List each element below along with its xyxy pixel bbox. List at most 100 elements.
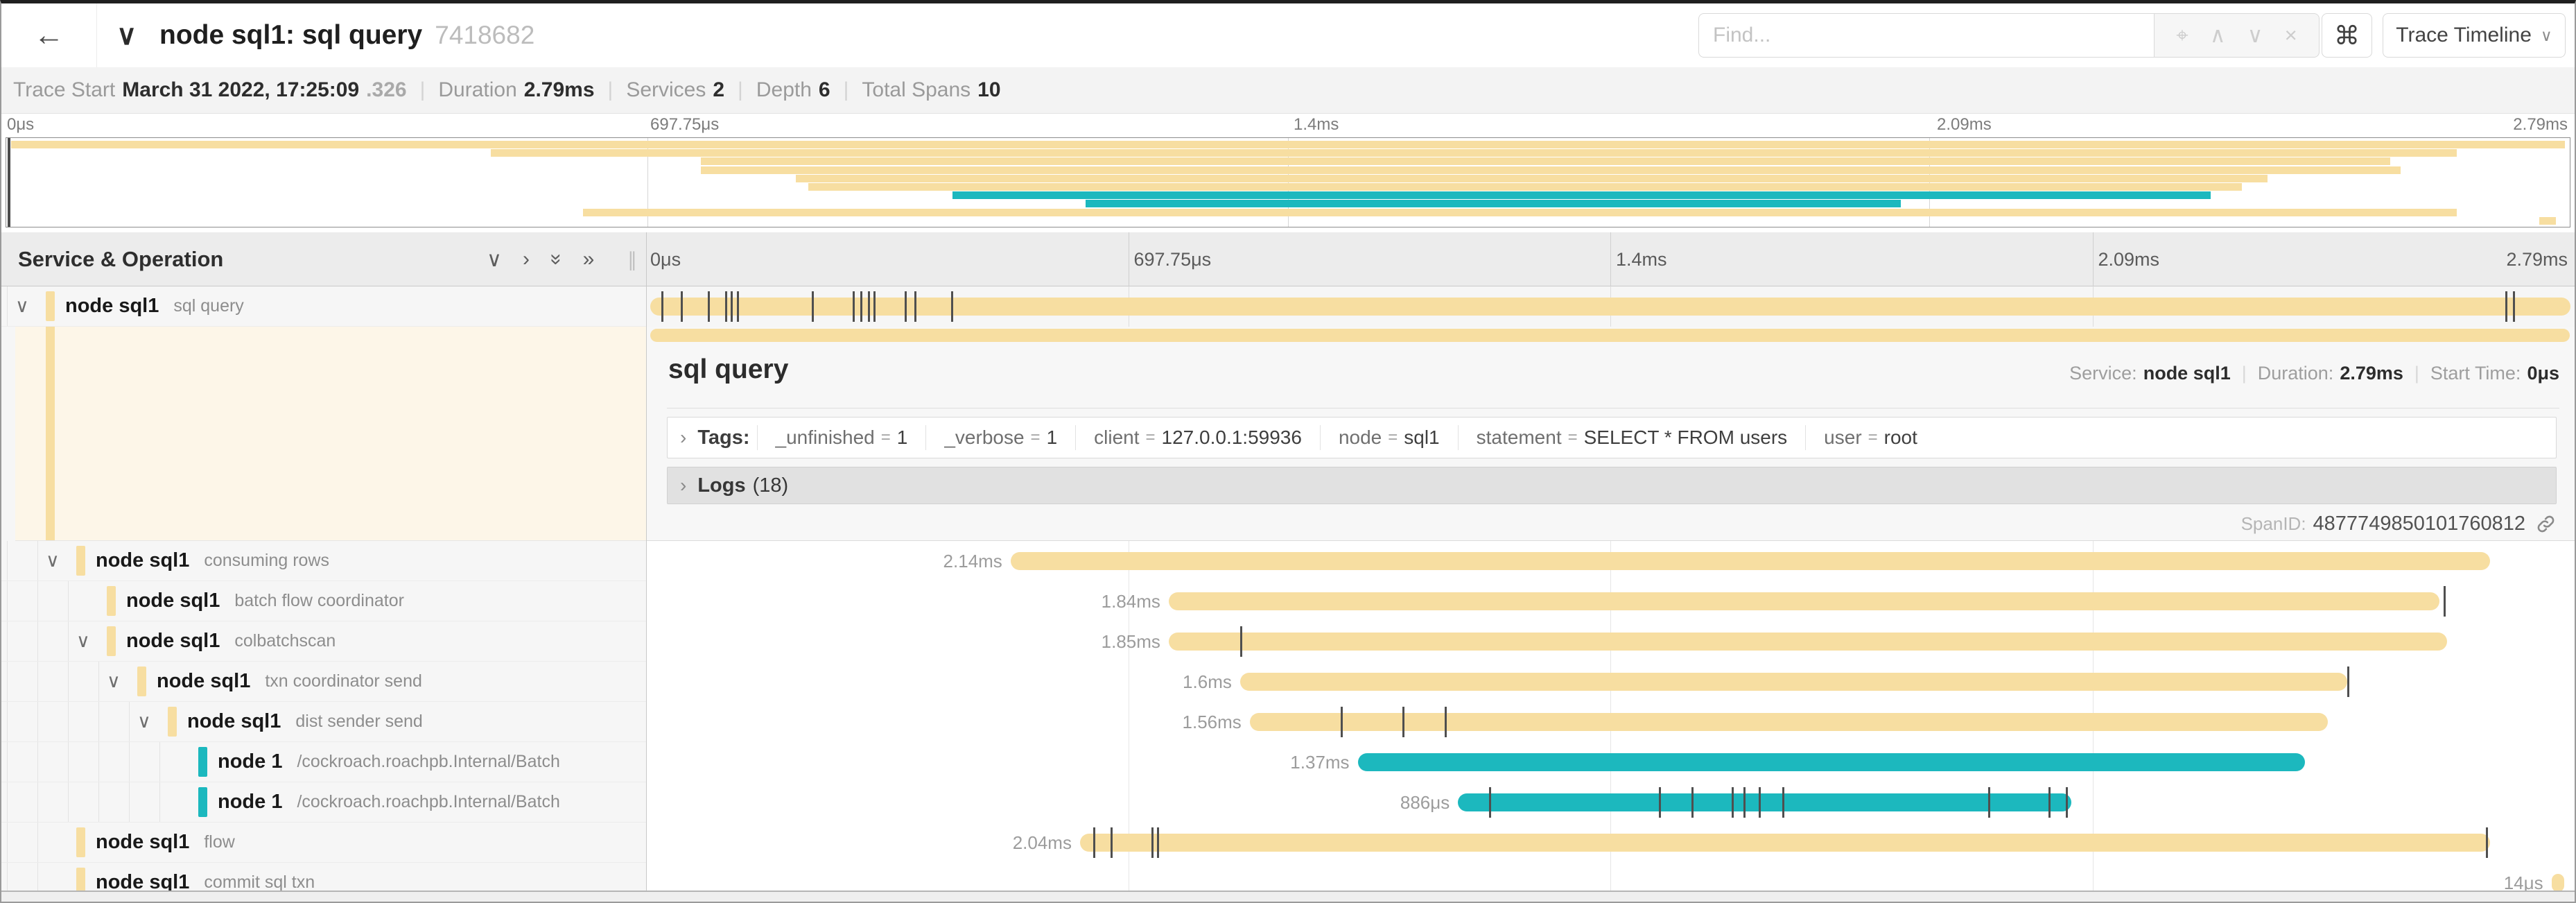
find-input[interactable] bbox=[1698, 13, 2155, 58]
span-bar[interactable] bbox=[1169, 592, 2439, 610]
log-marker-tick[interactable] bbox=[2347, 666, 2349, 697]
log-marker-tick[interactable] bbox=[868, 291, 870, 322]
log-marker-tick[interactable] bbox=[1782, 787, 1784, 818]
span-bar[interactable] bbox=[650, 298, 2571, 316]
log-marker-tick[interactable] bbox=[2444, 586, 2446, 617]
indent-guide bbox=[7, 541, 8, 580]
span-timeline-row[interactable]: 1.85ms bbox=[646, 621, 2575, 662]
expand-one-icon[interactable]: › bbox=[523, 248, 530, 271]
log-marker-tick[interactable] bbox=[1151, 827, 1154, 858]
log-marker-tick[interactable] bbox=[2486, 827, 2488, 858]
minimap-canvas[interactable] bbox=[6, 137, 2570, 227]
service-value: node sql1 bbox=[2143, 363, 2231, 384]
span-tree-row[interactable]: node 1/cockroach.roachpb.Internal/Batch bbox=[1, 782, 646, 823]
log-marker-tick[interactable] bbox=[708, 291, 710, 322]
log-marker-tick[interactable] bbox=[1402, 707, 1404, 737]
tag-equals: = bbox=[1146, 428, 1156, 447]
trace-title-collapse-toggle[interactable]: ∨ bbox=[116, 3, 137, 67]
back-button[interactable]: ← bbox=[1, 3, 97, 67]
log-marker-tick[interactable] bbox=[1732, 787, 1734, 818]
span-timeline-row[interactable]: 2.04ms bbox=[646, 823, 2575, 863]
log-marker-tick[interactable] bbox=[1988, 787, 1990, 818]
span-bar[interactable] bbox=[1011, 552, 2490, 570]
span-bar[interactable] bbox=[1458, 793, 2071, 811]
span-timeline-row[interactable]: 14μs bbox=[646, 863, 2575, 891]
span-bar[interactable] bbox=[2552, 874, 2564, 891]
span-timeline-row[interactable]: 1.56ms bbox=[646, 702, 2575, 742]
log-marker-tick[interactable] bbox=[737, 291, 739, 322]
span-bar[interactable] bbox=[1240, 673, 2347, 691]
log-marker-tick[interactable] bbox=[873, 291, 876, 322]
span-timeline-row[interactable]: 1.84ms bbox=[646, 581, 2575, 621]
span-timeline-row[interactable]: 886μs bbox=[646, 782, 2575, 823]
log-marker-tick[interactable] bbox=[2513, 291, 2515, 322]
log-marker-tick[interactable] bbox=[2048, 787, 2051, 818]
log-marker-tick[interactable] bbox=[905, 291, 907, 322]
log-marker-tick[interactable] bbox=[1445, 707, 1447, 737]
log-marker-tick[interactable] bbox=[853, 291, 855, 322]
span-collapse-chevron-icon[interactable]: ∨ bbox=[76, 621, 90, 661]
span-color-accent bbox=[107, 626, 116, 656]
span-tree-row[interactable]: ∨node sql1colbatchscan bbox=[1, 621, 646, 662]
prev-result-icon[interactable]: ∧ bbox=[2210, 23, 2226, 48]
log-marker-tick[interactable] bbox=[1759, 787, 1761, 818]
log-marker-tick[interactable] bbox=[1240, 626, 1242, 657]
span-tree-row[interactable]: ∨node sql1consuming rows bbox=[1, 541, 646, 581]
collapse-all-icon[interactable]: » bbox=[544, 254, 568, 266]
span-timeline-row[interactable]: 2.14ms bbox=[646, 541, 2575, 581]
log-marker-tick[interactable] bbox=[1691, 787, 1694, 818]
span-color-accent bbox=[137, 666, 146, 696]
log-marker-tick[interactable] bbox=[1111, 827, 1113, 858]
span-tree-row[interactable]: node 1/cockroach.roachpb.Internal/Batch bbox=[1, 742, 646, 782]
log-marker-tick[interactable] bbox=[1157, 827, 1159, 858]
span-tree-row[interactable]: node sql1flow bbox=[1, 823, 646, 863]
span-tree-row[interactable]: ∨node sql1sql query bbox=[1, 286, 646, 327]
span-collapse-chevron-icon[interactable]: ∨ bbox=[15, 286, 29, 326]
minimap-left-drag-handle[interactable] bbox=[8, 138, 10, 227]
span-bar[interactable] bbox=[1169, 633, 2447, 651]
span-bar[interactable] bbox=[1080, 834, 2490, 852]
panel-splitter-handle[interactable]: ∥ bbox=[627, 232, 637, 286]
view-selector-button[interactable]: Trace Timeline ∨ bbox=[2383, 13, 2566, 58]
expand-all-icon[interactable]: » bbox=[583, 248, 595, 271]
back-arrow-icon: ← bbox=[34, 18, 64, 53]
log-marker-tick[interactable] bbox=[1743, 787, 1746, 818]
selected-span-bar[interactable] bbox=[650, 329, 2570, 342]
log-marker-tick[interactable] bbox=[1659, 787, 1661, 818]
tags-accordion[interactable]: › Tags: _unfinished=1_verbose=1client=12… bbox=[667, 417, 2557, 458]
locate-icon[interactable]: ⌖ bbox=[2176, 23, 2188, 49]
log-marker-tick[interactable] bbox=[661, 291, 663, 322]
log-marker-tick[interactable] bbox=[2505, 291, 2507, 322]
span-timeline-row[interactable]: 1.37ms bbox=[646, 742, 2575, 782]
log-marker-tick[interactable] bbox=[1093, 827, 1095, 858]
log-marker-tick[interactable] bbox=[1489, 787, 1491, 818]
span-bar[interactable] bbox=[1250, 713, 2328, 731]
log-marker-tick[interactable] bbox=[725, 291, 727, 322]
log-marker-tick[interactable] bbox=[951, 291, 953, 322]
span-duration-label: 886μs bbox=[1400, 782, 1450, 823]
span-tree-row[interactable]: node sql1batch flow coordinator bbox=[1, 581, 646, 621]
span-timeline-row[interactable] bbox=[646, 286, 2575, 327]
span-collapse-chevron-icon[interactable]: ∨ bbox=[137, 702, 151, 741]
span-bar[interactable] bbox=[1358, 753, 2305, 771]
collapse-one-icon[interactable]: ∨ bbox=[487, 248, 502, 272]
span-tree-row[interactable]: node sql1commit sql txn bbox=[1, 863, 646, 891]
next-result-icon[interactable]: ∨ bbox=[2247, 23, 2263, 48]
log-marker-tick[interactable] bbox=[914, 291, 916, 322]
log-marker-tick[interactable] bbox=[731, 291, 733, 322]
log-marker-tick[interactable] bbox=[681, 291, 683, 322]
span-timeline-row[interactable]: 1.6ms bbox=[646, 662, 2575, 702]
log-marker-tick[interactable] bbox=[2066, 787, 2068, 818]
span-collapse-chevron-icon[interactable]: ∨ bbox=[107, 662, 121, 701]
span-tree-row[interactable]: ∨node sql1dist sender send bbox=[1, 702, 646, 742]
span-service-name: node sql1batch flow coordinator bbox=[126, 581, 404, 621]
logs-accordion[interactable]: › Logs (18) bbox=[667, 467, 2557, 504]
span-tree-row[interactable]: ∨node sql1txn coordinator send bbox=[1, 662, 646, 702]
span-collapse-chevron-icon[interactable]: ∨ bbox=[46, 541, 60, 580]
clear-search-icon[interactable]: × bbox=[2285, 23, 2297, 48]
log-marker-tick[interactable] bbox=[860, 291, 862, 322]
log-marker-tick[interactable] bbox=[812, 291, 814, 322]
copy-link-icon[interactable] bbox=[2535, 513, 2557, 535]
log-marker-tick[interactable] bbox=[1341, 707, 1343, 737]
keyboard-shortcuts-button[interactable]: ⌘ bbox=[2322, 13, 2372, 58]
